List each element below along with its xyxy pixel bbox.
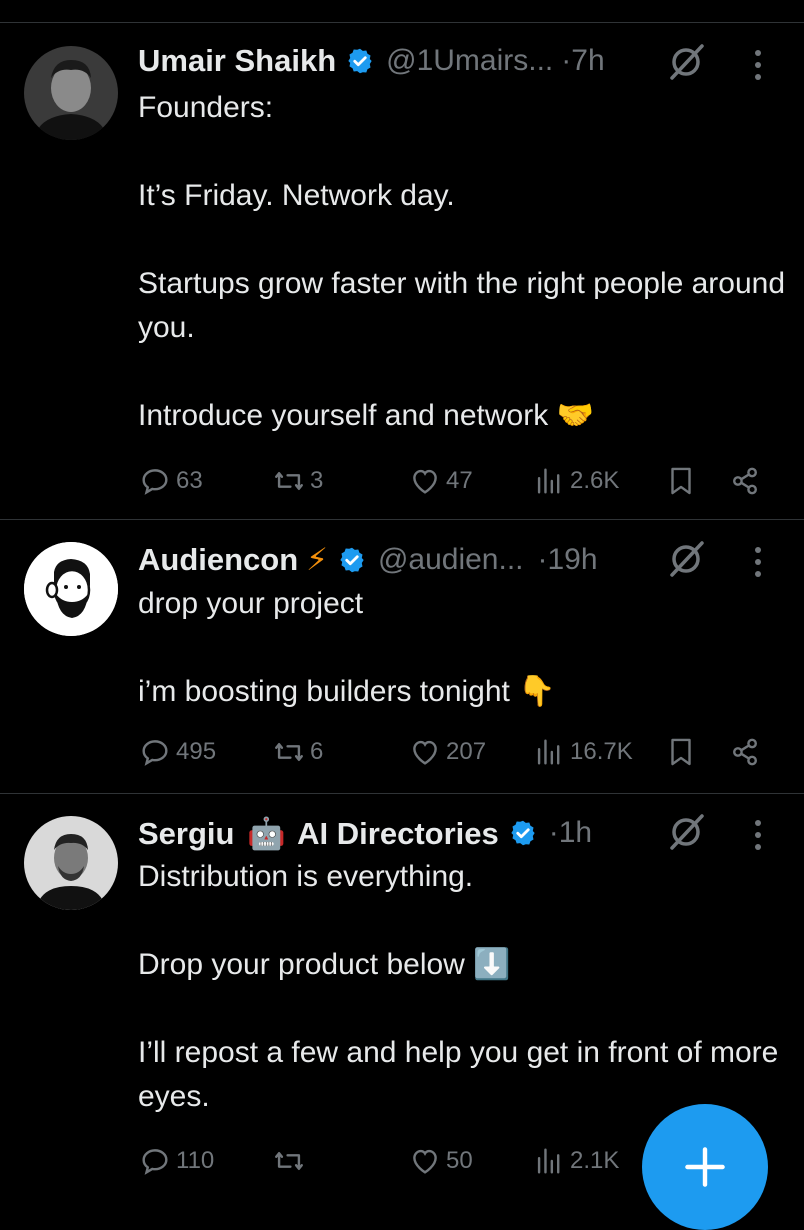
repost-icon [275, 472, 303, 490]
avatar[interactable] [24, 816, 118, 910]
verified-badge-icon [509, 819, 537, 847]
grok-icon[interactable] [666, 539, 706, 579]
author-name[interactable]: Sergiu 🤖 AI Directories [138, 815, 499, 852]
like-icon [413, 740, 437, 765]
tweet-line: i’m boosting builders tonight 👇 [138, 675, 556, 708]
more-icon[interactable] [752, 818, 764, 852]
compose-button[interactable] [642, 1104, 768, 1230]
tweet-header: Umair Shaikh @1Umairs... · 7h [138, 41, 605, 81]
repost-button[interactable]: 6 [272, 732, 323, 772]
author-handle[interactable]: @1Umairs... [386, 44, 553, 78]
views-button[interactable]: 16.7K [532, 732, 633, 772]
reply-count: 495 [176, 738, 217, 765]
tweet-line: It’s Friday. Network day. [138, 179, 455, 212]
reply-count: 63 [176, 467, 203, 494]
repost-button[interactable] [272, 1141, 310, 1181]
tweet-line: Drop your product below ⬇️ [138, 948, 511, 981]
like-count: 50 [446, 1147, 473, 1174]
like-count: 47 [446, 467, 473, 494]
views-count: 2.6K [570, 467, 620, 494]
like-button[interactable]: 50 [408, 1141, 473, 1181]
repost-count: 6 [310, 738, 324, 765]
bookmark-icon[interactable] [664, 735, 698, 769]
views-icon [537, 1148, 560, 1174]
like-count: 207 [446, 738, 487, 765]
views-count: 16.7K [570, 738, 633, 765]
compose-plus-icon [685, 1147, 725, 1187]
verified-badge-icon [346, 47, 374, 75]
repost-icon [275, 743, 303, 761]
reply-count: 110 [176, 1147, 215, 1174]
timestamp[interactable]: 19h [548, 543, 598, 577]
separator-dot: · [548, 816, 559, 849]
views-count: 2.1K [570, 1147, 620, 1174]
tweet-actions: 63 3 47 2.6K [138, 461, 768, 501]
author-name[interactable]: Audiencon ⚡ [138, 542, 328, 578]
reply-button[interactable]: 63 [138, 461, 203, 501]
tweet-actions: 495 6 207 16.7K [138, 732, 768, 772]
timestamp[interactable]: 1h [559, 816, 592, 850]
tweet-line: Introduce yourself and network 🤝 [138, 399, 594, 432]
repost-count: 3 [310, 467, 324, 494]
grok-icon[interactable] [666, 812, 706, 852]
share-icon[interactable] [728, 735, 762, 769]
reply-button[interactable]: 110 [138, 1141, 214, 1181]
more-icon[interactable] [752, 48, 764, 82]
tweet-divider [0, 519, 804, 520]
more-icon[interactable] [752, 545, 764, 579]
avatar[interactable] [24, 46, 118, 140]
tweet-line: drop your project [138, 587, 364, 620]
like-button[interactable]: 207 [408, 732, 486, 772]
share-icon[interactable] [728, 464, 762, 498]
tweet-line: Startups grow faster with the right peop… [138, 267, 786, 344]
tweet-text: Founders: It’s Friday. Network day. Star… [138, 86, 788, 438]
tweet-text: Distribution is everything. Drop your pr… [138, 855, 788, 1119]
tweet-divider [0, 793, 804, 794]
top-divider [0, 22, 804, 23]
views-icon [537, 739, 560, 765]
repost-button[interactable]: 3 [272, 461, 323, 501]
tweet-line: Distribution is everything. [138, 860, 474, 893]
tweet-header: Sergiu 🤖 AI Directories · 1h [138, 813, 592, 853]
timestamp[interactable]: 7h [571, 44, 604, 78]
reply-icon [142, 469, 168, 495]
avatar[interactable] [24, 542, 118, 636]
reply-icon [142, 1149, 168, 1175]
bookmark-icon[interactable] [664, 464, 698, 498]
grok-icon[interactable] [666, 42, 706, 82]
reply-button[interactable]: 495 [138, 732, 216, 772]
repost-icon [275, 1152, 303, 1170]
author-handle[interactable]: @audien... [378, 543, 524, 577]
tweet-header: Audiencon ⚡ @audien... · 19h [138, 540, 598, 580]
author-name[interactable]: Umair Shaikh [138, 43, 336, 79]
verified-badge-icon [338, 546, 366, 574]
reply-icon [142, 740, 168, 766]
separator-dot: · [561, 44, 572, 77]
views-button[interactable]: 2.6K [532, 461, 619, 501]
like-icon [413, 469, 437, 494]
tweet-line: Founders: [138, 91, 274, 124]
tweet-text: drop your project i’m boosting builders … [138, 582, 788, 714]
views-button[interactable]: 2.1K [532, 1141, 619, 1181]
like-button[interactable]: 47 [408, 461, 473, 501]
like-icon [413, 1149, 437, 1174]
separator-dot: · [537, 543, 548, 576]
views-icon [537, 468, 560, 494]
